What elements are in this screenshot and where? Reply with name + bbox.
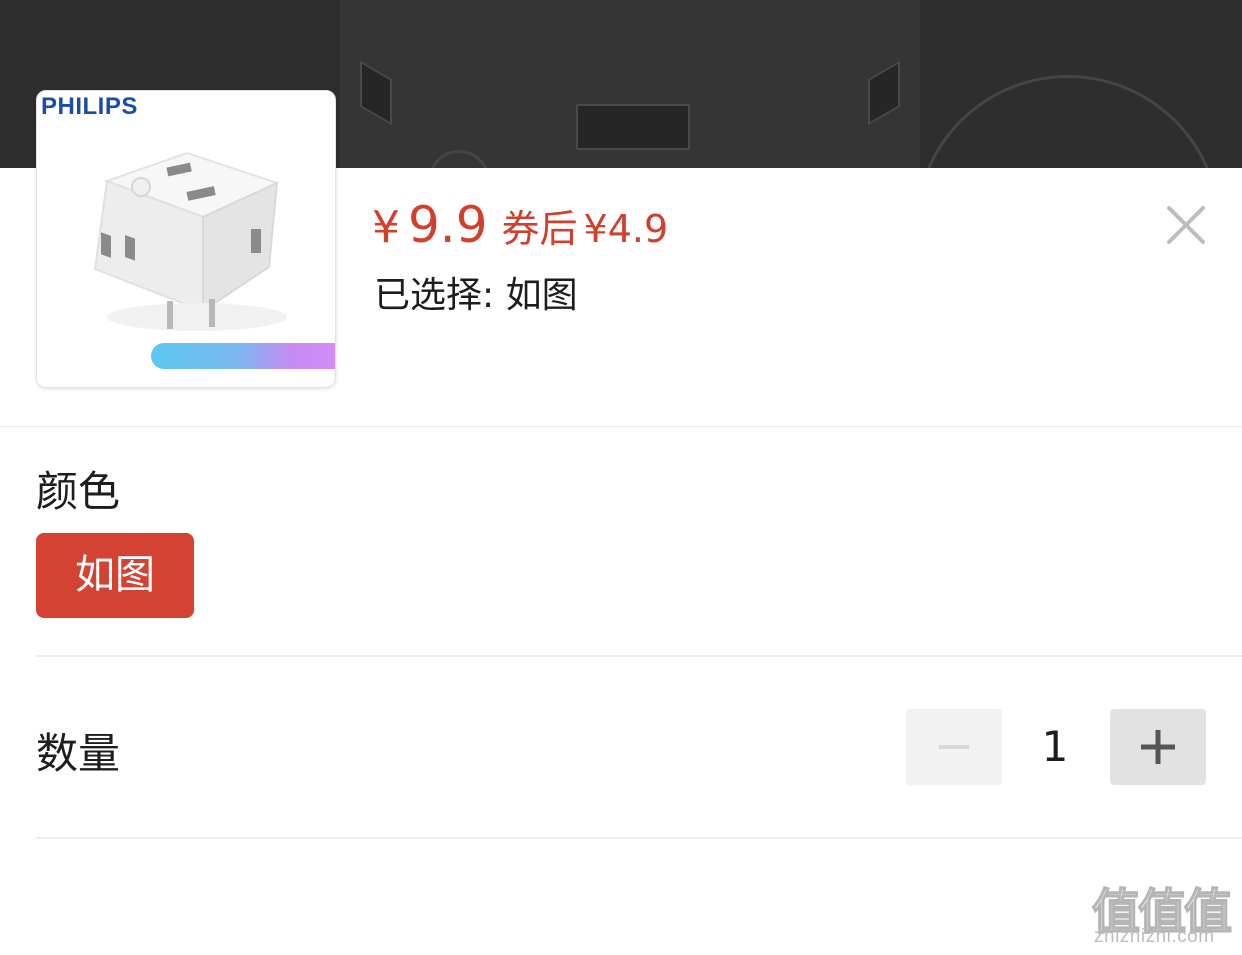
quantity-decrease-button[interactable]	[906, 709, 1002, 785]
price-value: 9.9	[408, 196, 488, 254]
quantity-value[interactable]: 1	[1030, 722, 1080, 771]
header-divider	[0, 426, 1242, 427]
watermark-url: zhizhizhi.com	[1094, 926, 1215, 947]
section-divider-bottom	[36, 837, 1242, 839]
close-button[interactable]	[1164, 203, 1208, 247]
coupon-label: 券后	[501, 207, 578, 251]
product-thumbnail[interactable]: PHILIPS	[36, 90, 336, 388]
quantity-increase-button[interactable]	[1110, 709, 1206, 785]
selected-spec-text: 已选择: 如图	[374, 275, 578, 316]
backdrop-slot-center	[576, 104, 690, 150]
site-watermark: 值值值 zhizhizhi.com	[1091, 872, 1237, 950]
price-currency: ¥	[372, 202, 400, 253]
section-divider	[36, 655, 1242, 657]
coupon-price: ¥4.9	[583, 207, 669, 251]
color-section-label: 颜色	[36, 467, 121, 516]
backdrop-ring	[915, 75, 1221, 168]
color-option-chip[interactable]: 如图	[36, 533, 194, 618]
minus-icon	[939, 745, 969, 749]
close-icon	[1167, 206, 1205, 244]
quantity-label: 数量	[36, 729, 121, 778]
promo-gradient-bar	[151, 343, 335, 369]
price-row: ¥9.9 券后 ¥4.9	[372, 196, 668, 254]
plus-icon	[1141, 730, 1175, 764]
